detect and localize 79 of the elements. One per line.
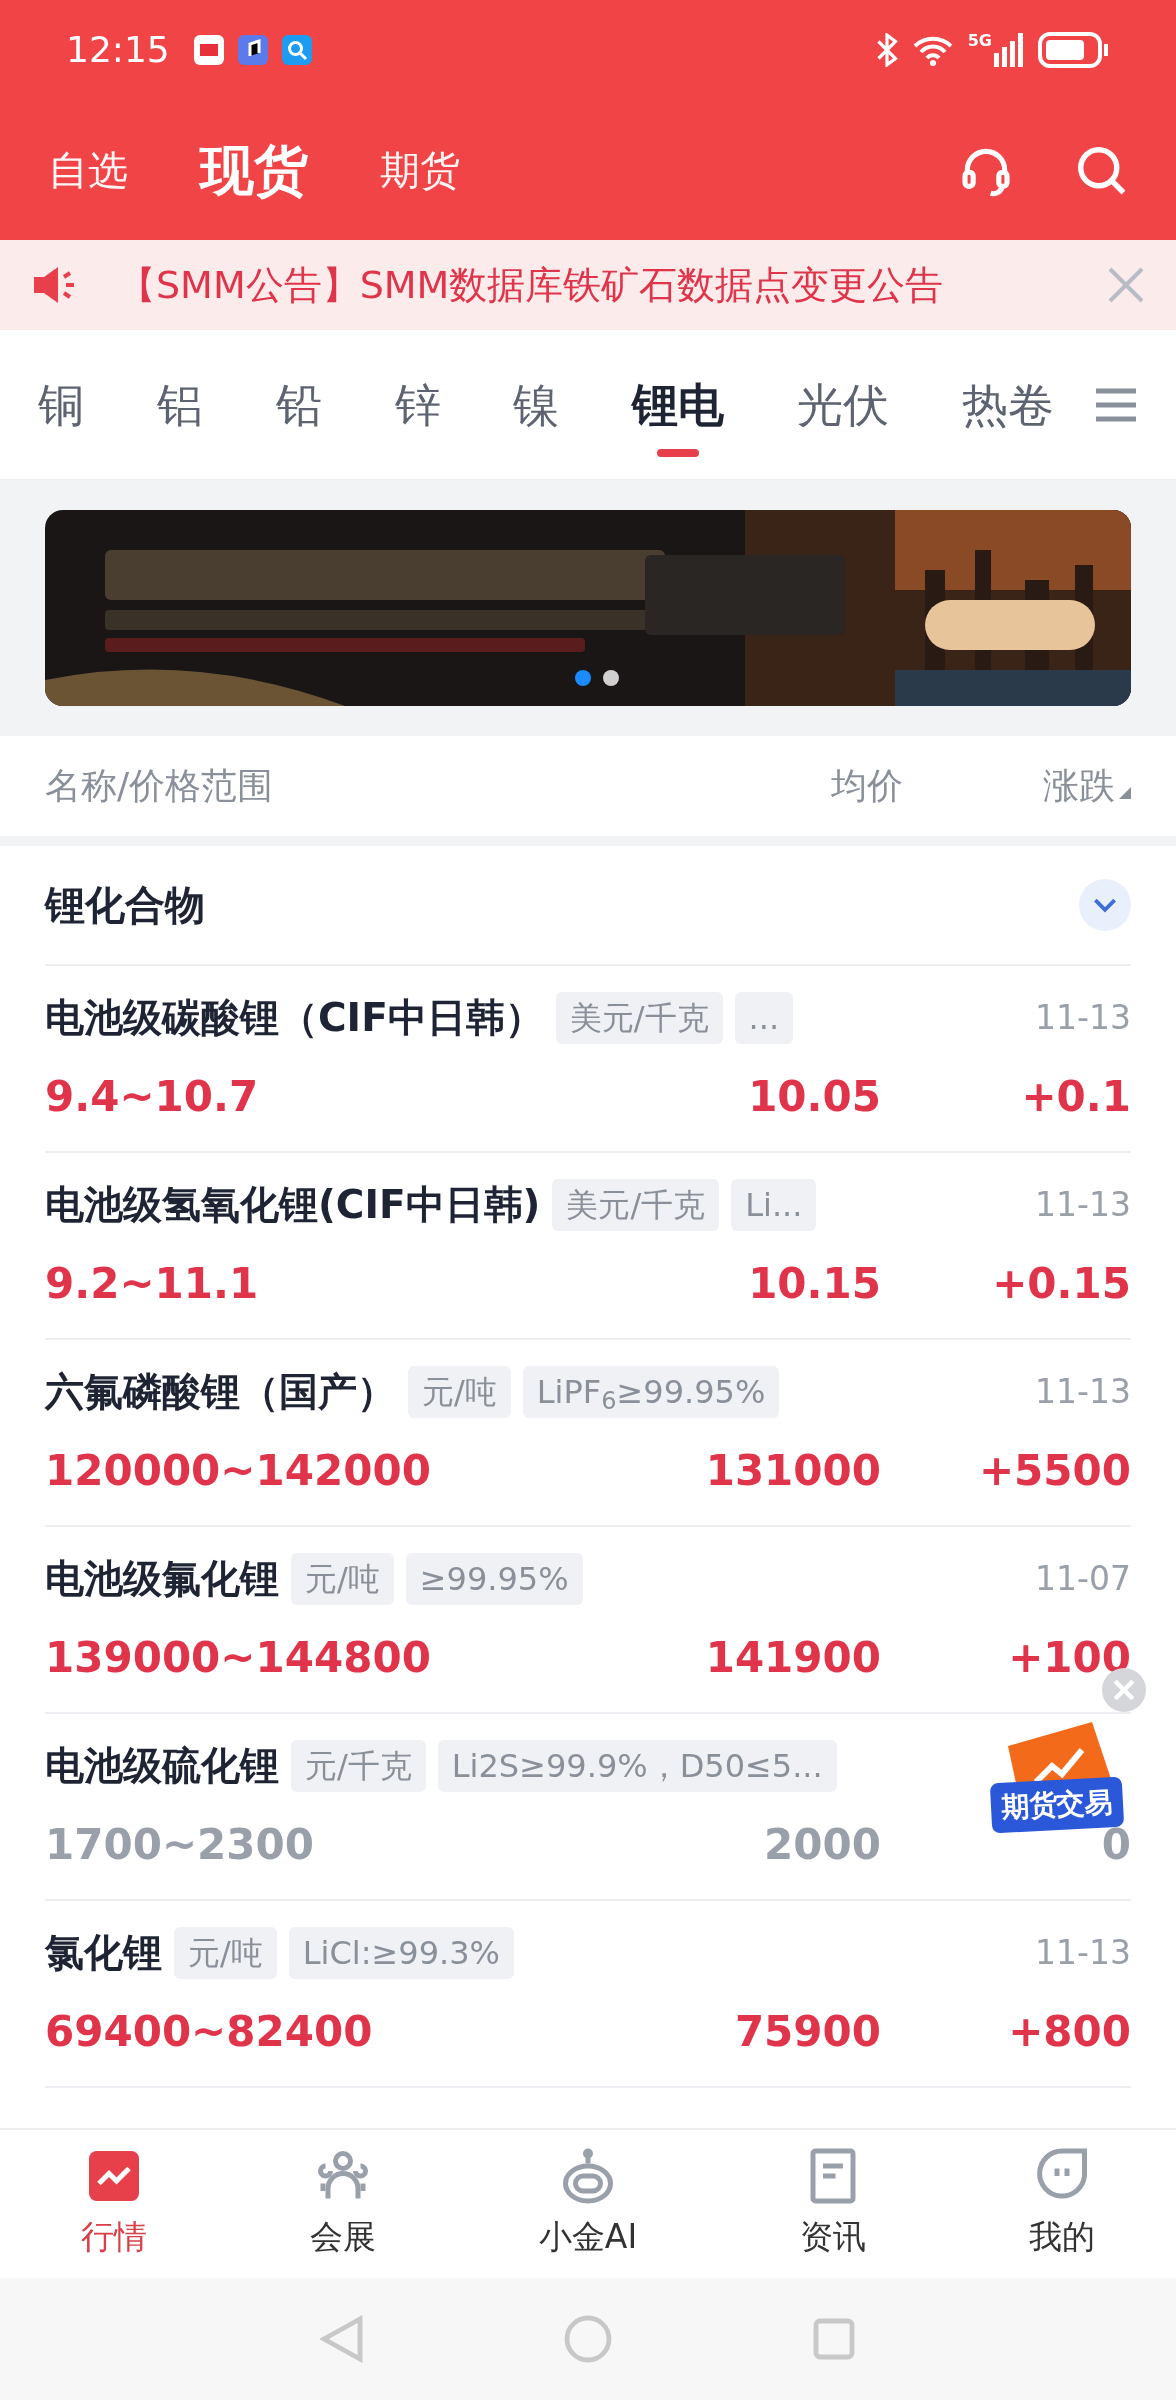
spec-tag: ≥99.95% <box>405 1553 583 1605</box>
search-app-icon <box>281 35 312 65</box>
price-row[interactable]: 氯化锂 元/吨 LiCl:≥99.3% 11-13 69400~82400 75900 +800 <box>45 1901 1131 2088</box>
spec-tag: Li2S≥99.9%，D50≤5... <box>437 1740 837 1792</box>
metal-tab[interactable]: 铜 <box>38 350 84 459</box>
spec-tag: 元/吨 <box>408 1366 511 1418</box>
spec-tag: 美元/千克 <box>555 992 723 1044</box>
column-header: 名称/价格范围 <box>45 764 274 808</box>
metal-tab[interactable]: 铝 <box>156 350 203 459</box>
product-name: 氯化锂 <box>45 1928 162 1977</box>
price-change: +5500 <box>977 1445 1131 1498</box>
average-price: 75900 <box>734 2006 881 2059</box>
spec-tag: 元/吨 <box>174 1927 277 1979</box>
nav-tab[interactable]: 小金AI <box>538 2146 638 2262</box>
column-header[interactable]: 涨跌 <box>1043 759 1115 813</box>
price-date: 11-07 <box>1035 1558 1131 1601</box>
price-change: +100 <box>1007 1632 1131 1685</box>
price-change: +0.1 <box>1020 1071 1131 1124</box>
product-name: 电池级碳酸锂（CIF中日韩） <box>45 993 544 1042</box>
price-row[interactable]: 六氟磷酸锂（国产） 元/吨 LiPF$_{6}$≥99.95% 11-13 120000~142000 131000 +5500 <box>45 1340 1131 1527</box>
metal-tab[interactable]: 镍 <box>513 350 560 459</box>
header-tab[interactable]: 期货 <box>380 140 460 200</box>
spec-tag: LiCl:≥99.3% <box>288 1927 514 1979</box>
average-price: 10.15 <box>748 1258 881 1311</box>
collapse-button[interactable] <box>1079 879 1131 931</box>
close-icon[interactable] <box>1106 265 1146 305</box>
price-range: 1700~2300 <box>45 1819 314 1872</box>
signal-icon <box>994 33 1024 67</box>
price-date: 11-13 <box>1035 997 1131 1040</box>
header-tab[interactable]: 自选 <box>48 140 128 200</box>
price-range: 139000~144800 <box>45 1632 431 1685</box>
price-range: 120000~142000 <box>45 1445 431 1498</box>
price-date: 11-13 <box>1035 1371 1131 1414</box>
spec-tag: Li... <box>731 1179 817 1231</box>
metal-tab[interactable]: 光伏 <box>797 350 890 459</box>
average-price: 131000 <box>705 1445 881 1498</box>
price-row[interactable]: 电池级氟化锂 元/吨 ≥99.95% 11-07 139000~144800 141900 +100 <box>45 1527 1131 1714</box>
average-price: 10.05 <box>748 1071 881 1124</box>
nav-tab[interactable]: 会展 <box>310 2146 377 2262</box>
price-range: 9.2~11.1 <box>45 1258 259 1311</box>
spec-tag: 美元/千克 <box>552 1179 720 1231</box>
spec-tag: 元/千克 <box>291 1740 426 1792</box>
average-price: 2000 <box>764 1819 881 1872</box>
status-time: 12:15 <box>66 28 170 72</box>
metal-tab[interactable]: 热卷 <box>961 350 1054 459</box>
bluetooth-icon <box>875 33 898 67</box>
spec-tag: ... <box>734 992 794 1044</box>
nav-tab[interactable]: 行情 <box>81 2146 148 2262</box>
battery-icon <box>1038 32 1110 68</box>
metal-tab[interactable]: 铅 <box>275 350 322 459</box>
header-tab[interactable]: 现货 <box>200 129 308 211</box>
chevron-icon <box>1092 897 1118 913</box>
price-range: 9.4~10.7 <box>45 1071 259 1124</box>
price-row[interactable]: 电池级氢氧化锂(CIF中日韩) 美元/千克 Li... 11-13 9.2~11.1 10.15 +0.15 <box>45 1153 1131 1340</box>
metal-tab[interactable]: 锌 <box>394 350 441 459</box>
product-name: 六氟磷酸锂（国产） <box>45 1367 396 1416</box>
product-name: 电池级硫化锂 <box>45 1741 279 1790</box>
book-app-icon <box>193 35 224 65</box>
price-row[interactable]: 电池级碳酸锂（CIF中日韩） 美元/千克 ... 11-13 9.4~10.7 10.05 +0.1 <box>45 966 1131 1153</box>
spec-tag: LiPF$_{6}$≥99.95% <box>522 1366 780 1418</box>
notice-text[interactable]: 【SMM公告】SMM数据库铁矿石数据点变更公告 <box>118 256 944 314</box>
price-date: 11-13 <box>1035 1184 1131 1227</box>
product-name: 电池级氟化锂 <box>45 1554 279 1603</box>
column-header[interactable]: 均价 <box>831 759 903 813</box>
spec-tag: 元/吨 <box>291 1553 394 1605</box>
wifi-icon <box>911 34 954 66</box>
menu-icon[interactable] <box>1094 386 1138 423</box>
average-price: 141900 <box>705 1632 881 1685</box>
section-title: 锂化合物 <box>45 881 205 930</box>
network-label: 5G <box>967 33 992 49</box>
price-date: 11-13 <box>1035 1932 1131 1975</box>
nav-tab[interactable]: 资讯 <box>799 2146 866 2262</box>
metal-tab[interactable]: 锂电 <box>632 350 725 459</box>
price-range: 69400~82400 <box>45 2006 373 2059</box>
product-name: 电池级氢氧化锂(CIF中日韩) <box>45 1180 541 1229</box>
sort-icon[interactable] <box>1119 787 1131 799</box>
price-change: +0.15 <box>991 1258 1131 1311</box>
price-change: +800 <box>1007 2006 1131 2059</box>
nav-tab[interactable]: 我的 <box>1028 2146 1095 2262</box>
